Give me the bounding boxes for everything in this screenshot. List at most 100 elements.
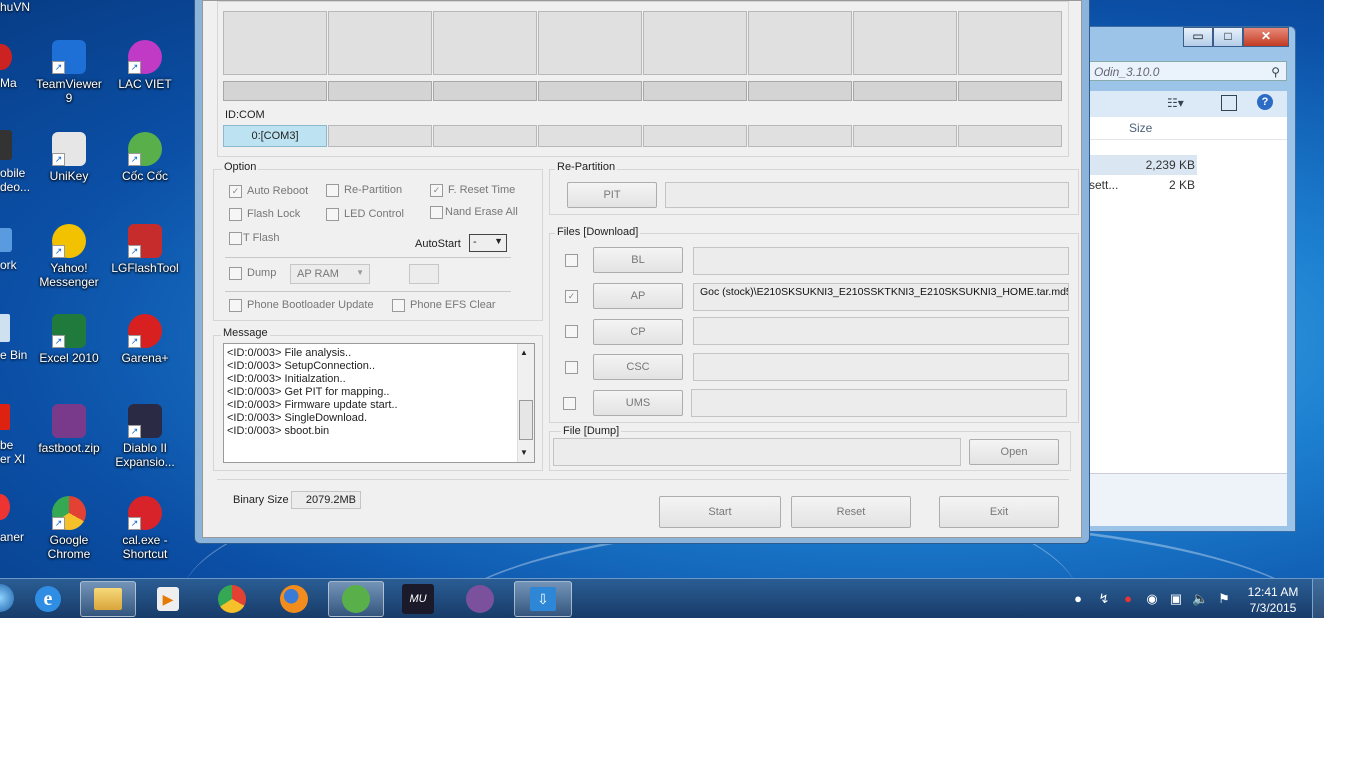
bl-path-field[interactable]	[693, 247, 1069, 275]
start-button[interactable]: Start	[659, 496, 781, 528]
preview-pane-icon[interactable]	[1221, 95, 1237, 111]
pit-path-field[interactable]	[665, 182, 1069, 208]
csc-path-field[interactable]	[693, 353, 1069, 381]
scroll-up-icon[interactable]: ▲	[520, 346, 528, 359]
scroll-thumb[interactable]	[519, 400, 533, 440]
t-flash-checkbox[interactable]	[229, 232, 242, 245]
led-control-checkbox[interactable]	[326, 208, 339, 221]
desktop-icon-label-cut[interactable]: ork	[0, 258, 17, 272]
taskbar-mu-online[interactable]: MU	[390, 581, 446, 617]
network-icon[interactable]	[0, 228, 12, 252]
taskbar-media-player[interactable]: ▶	[140, 581, 196, 617]
desktop-icon-teamviewer[interactable]: ↗ TeamViewer 9	[32, 40, 106, 105]
phone-bootloader-update-checkbox[interactable]	[229, 299, 242, 312]
re-partition-checkbox[interactable]	[326, 184, 339, 197]
scroll-down-icon[interactable]: ▼	[520, 446, 528, 459]
desktop-icon-label-cut[interactable]: aner	[0, 530, 24, 544]
csc-checkbox[interactable]	[565, 361, 578, 374]
desktop-icon-excel[interactable]: ↗ Excel 2010	[32, 314, 106, 365]
desktop-icon-unikey[interactable]: ↗ UniKey	[32, 132, 106, 183]
desktop-icon-label: Google	[49, 533, 89, 547]
bl-button[interactable]: BL	[593, 247, 683, 273]
explorer-window[interactable]: ▭ □ ✕ Odin_3.10.0 ⚲ ☷▾ ? Size 2,239 KB s…	[1086, 26, 1296, 532]
phone-efs-clear-checkbox[interactable]	[392, 299, 405, 312]
adobe-reader-icon[interactable]	[0, 404, 10, 430]
ums-path-field[interactable]	[691, 389, 1067, 417]
dump-address-field[interactable]	[409, 264, 439, 284]
dump-path-field[interactable]	[553, 438, 961, 466]
clock[interactable]: 12:41 AM 7/3/2015	[1238, 584, 1308, 616]
exit-button[interactable]: Exit	[939, 496, 1059, 528]
taskbar-firefox[interactable]	[266, 581, 322, 617]
garena-tray-icon[interactable]: ●	[1120, 591, 1136, 607]
reset-button[interactable]: Reset	[791, 496, 911, 528]
view-options-icon[interactable]: ☷▾	[1167, 96, 1184, 110]
desktop-icon-fastboot-zip[interactable]: fastboot.zip	[32, 404, 106, 455]
minimize-button[interactable]: ▭	[1183, 27, 1213, 47]
help-icon[interactable]: ?	[1257, 94, 1273, 110]
file-row[interactable]: sett... 2 KB	[1087, 177, 1197, 195]
desktop-icon-coc-coc[interactable]: ↗ Cốc Cốc	[108, 132, 182, 183]
desktop-icon-label-cut[interactable]: Ma	[0, 76, 17, 90]
ap-button[interactable]: AP	[593, 283, 683, 309]
mobile-video-icon[interactable]	[0, 130, 12, 160]
taskbar-odin[interactable]: ⇩	[514, 581, 572, 617]
taskbar-coc-coc[interactable]	[328, 581, 384, 617]
monitor-tray-icon[interactable]: ▣	[1168, 591, 1184, 607]
taskbar-internet-explorer[interactable]: e	[20, 581, 76, 617]
desktop-icon-label-cut[interactable]: huVN	[0, 0, 30, 14]
desktop-icon-cal-exe[interactable]: ↗ cal.exe - Shortcut	[108, 496, 182, 561]
desktop-icon-diablo[interactable]: ↗ Diablo II Expansio...	[108, 404, 182, 469]
taskbar-windows-explorer[interactable]	[80, 581, 136, 617]
autostart-select[interactable]: - ▼	[469, 234, 507, 252]
cp-checkbox[interactable]	[565, 325, 578, 338]
cp-path-field[interactable]	[693, 317, 1069, 345]
desktop-icon-label-cut[interactable]: be	[0, 438, 13, 452]
ums-button[interactable]: UMS	[593, 390, 683, 416]
desktop-icon-label-cut[interactable]: e Bin	[0, 348, 27, 362]
desktop-icon-label-cut[interactable]: deo...	[0, 180, 30, 194]
search-icon[interactable]: ⚲	[1271, 62, 1280, 82]
file-row-selected[interactable]: 2,239 KB	[1087, 155, 1197, 175]
app-tray-icon[interactable]: ◉	[1144, 591, 1160, 607]
desktop-icon-lac-viet[interactable]: ↗ LAC VIET	[108, 40, 182, 91]
desktop-icon-label: TeamViewer	[36, 77, 102, 91]
csc-button[interactable]: CSC	[593, 354, 683, 380]
nand-erase-all-checkbox[interactable]	[430, 206, 443, 219]
desktop-icon-label-cut[interactable]: er XI	[0, 452, 25, 466]
network-tray-icon[interactable]: ↯	[1096, 591, 1112, 607]
desktop-icon-yahoo-messenger[interactable]: ↗ Yahoo! Messenger	[32, 224, 106, 289]
ap-path-field[interactable]: Goc (stock)\E210SKSUKNI3_E210SSKTKNI3_E2…	[693, 283, 1069, 311]
close-button[interactable]: ✕	[1243, 27, 1289, 47]
maximize-button[interactable]: □	[1213, 27, 1243, 47]
cp-button[interactable]: CP	[593, 319, 683, 345]
viber-tray-icon[interactable]: ●	[1070, 591, 1086, 607]
action-center-icon[interactable]: ⚑	[1216, 591, 1232, 607]
bl-checkbox[interactable]	[565, 254, 578, 267]
desktop-icon-garena[interactable]: ↗ Garena+	[108, 314, 182, 365]
open-button[interactable]: Open	[969, 439, 1059, 465]
auto-reboot-checkbox[interactable]: ✓	[229, 185, 242, 198]
volume-icon[interactable]: 🔈	[1192, 591, 1208, 607]
column-header-size[interactable]: Size	[1129, 121, 1152, 135]
taskbar-chrome[interactable]	[204, 581, 260, 617]
message-scrollbar[interactable]: ▲ ▼	[517, 344, 534, 462]
recycle-bin-icon[interactable]	[0, 314, 10, 342]
message-log[interactable]: <ID:0/003> File analysis.. <ID:0/003> Se…	[223, 343, 535, 463]
ccleaner-icon[interactable]	[0, 494, 10, 520]
desktop-icon-lgflashtool[interactable]: ↗ LGFlashTool	[108, 224, 182, 275]
f-reset-time-checkbox[interactable]: ✓	[430, 184, 443, 197]
dump-checkbox[interactable]	[229, 267, 242, 280]
ap-checkbox[interactable]: ✓	[565, 290, 578, 303]
desktop-icon-label-cut[interactable]: obile	[0, 166, 25, 180]
dump-target-select[interactable]: AP RAM ▼	[290, 264, 370, 284]
search-input[interactable]: Odin_3.10.0 ⚲	[1087, 61, 1287, 81]
start-orb[interactable]	[0, 584, 14, 612]
desktop-icon-google-chrome[interactable]: ↗ Google Chrome	[32, 496, 106, 561]
ums-checkbox[interactable]	[563, 397, 576, 410]
taskbar-viber[interactable]	[452, 581, 508, 617]
app-icon-partial[interactable]	[0, 44, 12, 70]
show-desktop-button[interactable]	[1312, 579, 1324, 618]
flash-lock-checkbox[interactable]	[229, 208, 242, 221]
pit-button[interactable]: PIT	[567, 182, 657, 208]
